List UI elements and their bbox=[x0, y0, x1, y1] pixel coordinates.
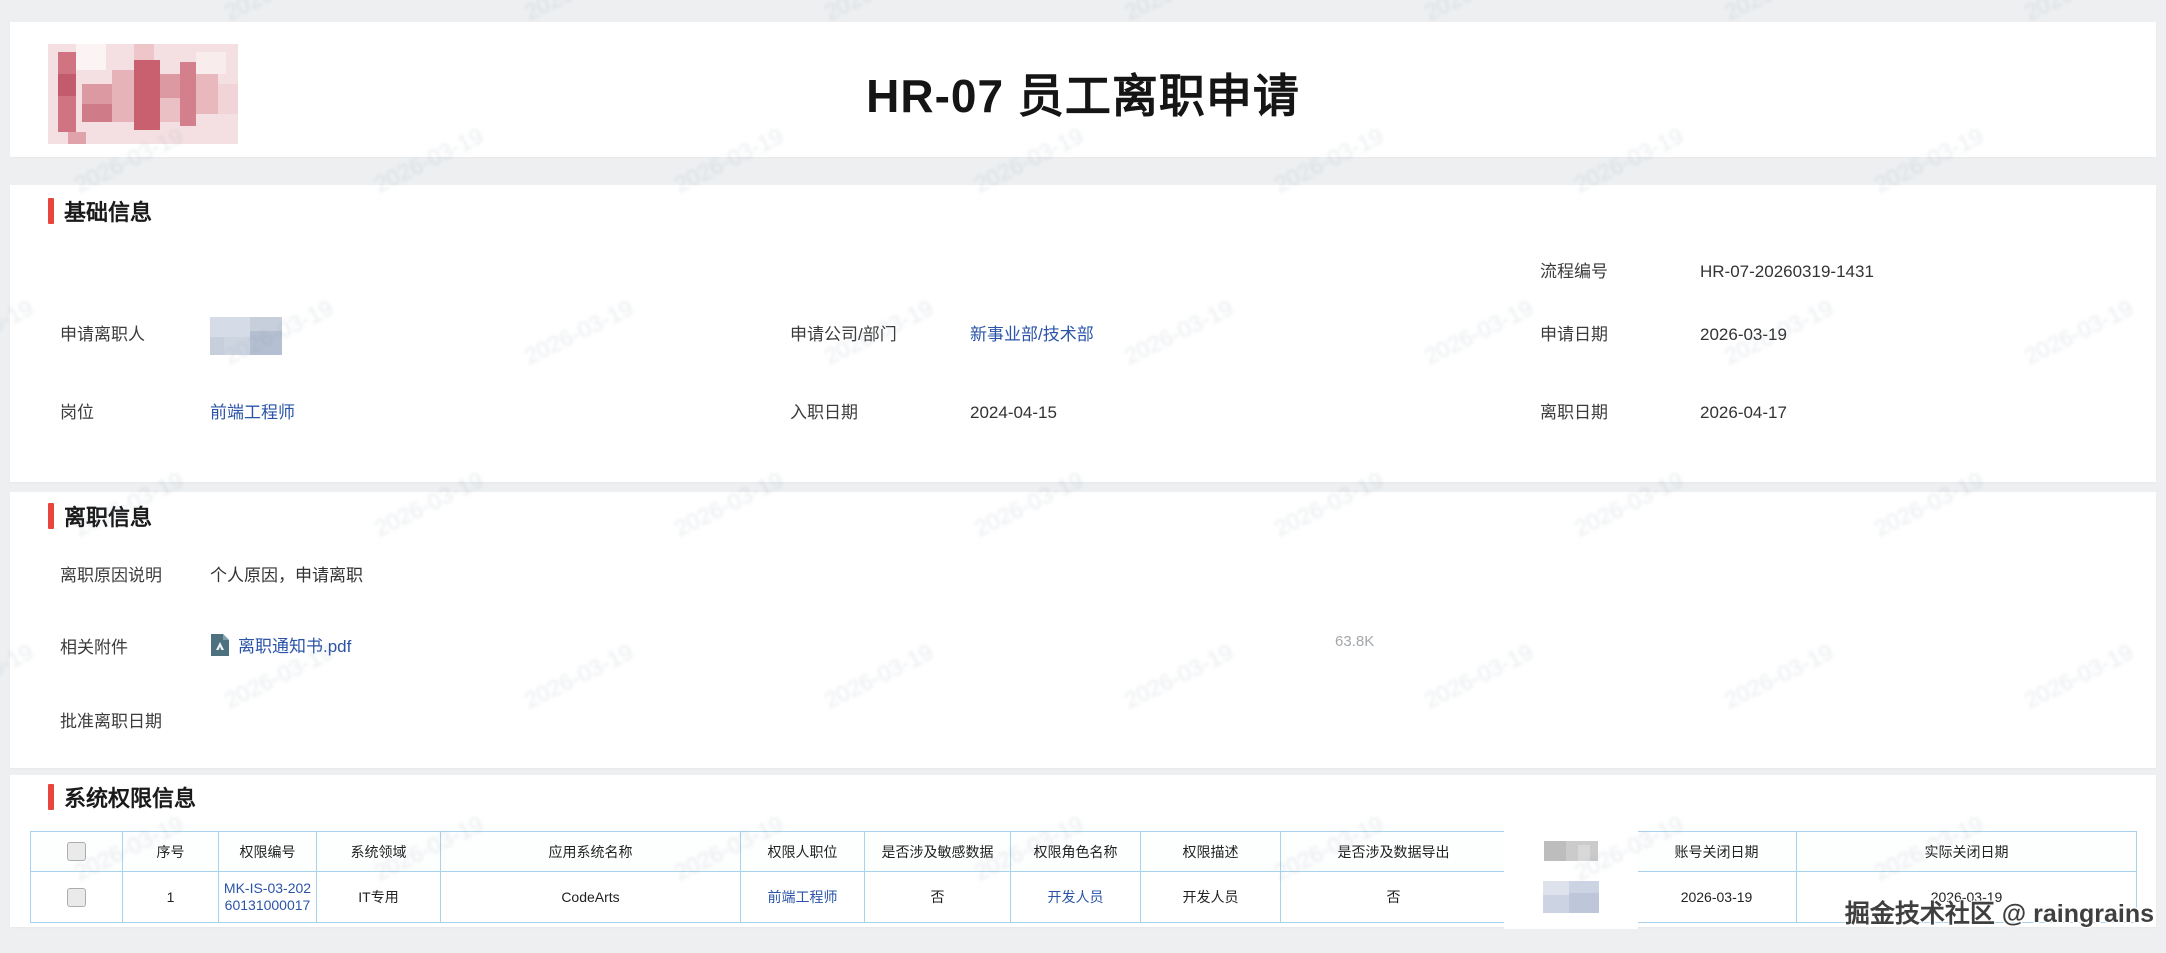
permission-title: 系统权限信息 bbox=[64, 781, 196, 813]
row-checkbox[interactable] bbox=[67, 888, 86, 907]
cell-position-link[interactable]: 前端工程师 bbox=[741, 872, 865, 923]
attachment-size: 63.8K bbox=[1335, 633, 1374, 650]
attachment-link[interactable]: 离职通知书.pdf bbox=[210, 632, 351, 657]
entry-date-value: 2024-04-15 bbox=[970, 401, 1057, 425]
cell-export: 否 bbox=[1281, 872, 1507, 923]
table-row: 1 MK-IS-03-20260131000017 IT专用 CodeArts … bbox=[31, 872, 2137, 923]
applicant-label: 申请离职人 bbox=[60, 323, 145, 347]
apply-date-value: 2026-03-19 bbox=[1700, 323, 1787, 347]
cell-desc: 开发人员 bbox=[1141, 872, 1281, 923]
cell-sensitive: 否 bbox=[865, 872, 1011, 923]
basic-info-section: 基础信息 流程编号 HR-07-20260319-1431 申请离职人 申请公司… bbox=[10, 185, 2156, 482]
header-domain: 系统领域 bbox=[317, 832, 441, 872]
cell-app: CodeArts bbox=[441, 872, 741, 923]
apply-date-label: 申请日期 bbox=[1540, 323, 1608, 347]
redacted-column-overlay bbox=[1504, 825, 1638, 929]
cell-close-date: 2026-03-19 bbox=[1637, 872, 1797, 923]
attachment-label: 相关附件 bbox=[60, 636, 128, 660]
header-sensitive: 是否涉及敏感数据 bbox=[865, 832, 1011, 872]
cell-seq: 1 bbox=[123, 872, 219, 923]
header-close-date: 账号关闭日期 bbox=[1637, 832, 1797, 872]
page-title: HR-07 员工离职申请 bbox=[10, 60, 2156, 126]
reason-value: 个人原因，申请离职 bbox=[210, 564, 363, 588]
resign-info-section: 离职信息 离职原因说明 个人原因，申请离职 相关附件 离职通知书.pdf 63.… bbox=[10, 492, 2156, 768]
entry-date-label: 入职日期 bbox=[790, 401, 858, 425]
section-marker bbox=[48, 784, 54, 810]
header-code: 权限编号 bbox=[219, 832, 317, 872]
section-marker bbox=[48, 198, 54, 224]
reason-label: 离职原因说明 bbox=[60, 564, 162, 588]
redacted-header-blob bbox=[1544, 841, 1598, 861]
process-no-label: 流程编号 bbox=[1540, 260, 1608, 284]
header-seq: 序号 bbox=[123, 832, 219, 872]
cell-role-link[interactable]: 开发人员 bbox=[1011, 872, 1141, 923]
permission-table: 序号 权限编号 系统领域 应用系统名称 权限人职位 是否涉及敏感数据 权限角色名… bbox=[30, 831, 2137, 923]
table-header-row: 序号 权限编号 系统领域 应用系统名称 权限人职位 是否涉及敏感数据 权限角色名… bbox=[31, 832, 2137, 872]
position-label: 岗位 bbox=[60, 401, 94, 425]
page-header: HR-07 员工离职申请 bbox=[10, 22, 2156, 157]
resign-info-title: 离职信息 bbox=[64, 500, 152, 532]
section-marker bbox=[48, 503, 54, 529]
community-watermark: 掘金技术社区 @ raingrains bbox=[1845, 894, 2154, 930]
header-desc: 权限描述 bbox=[1141, 832, 1281, 872]
process-no-value: HR-07-20260319-1431 bbox=[1700, 260, 1874, 284]
approved-date-label: 批准离职日期 bbox=[60, 710, 162, 734]
applicant-name-redacted bbox=[210, 317, 282, 360]
header-role: 权限角色名称 bbox=[1011, 832, 1141, 872]
dept-label: 申请公司/部门 bbox=[790, 323, 897, 347]
basic-info-title: 基础信息 bbox=[64, 195, 152, 227]
header-app: 应用系统名称 bbox=[441, 832, 741, 872]
dept-link[interactable]: 新事业部/技术部 bbox=[970, 323, 1094, 347]
position-link[interactable]: 前端工程师 bbox=[210, 401, 295, 425]
permission-section: 系统权限信息 序号 权限编号 系统领域 应用系统名称 权限人职位 是否涉及敏感数… bbox=[10, 775, 2156, 927]
header-position: 权限人职位 bbox=[741, 832, 865, 872]
redacted-cell-blob bbox=[1543, 881, 1599, 913]
header-export: 是否涉及数据导出 bbox=[1281, 832, 1507, 872]
cell-code-link[interactable]: MK-IS-03-20260131000017 bbox=[219, 872, 317, 923]
header-actual-close-date: 实际关闭日期 bbox=[1797, 832, 2137, 872]
cell-domain: IT专用 bbox=[317, 872, 441, 923]
pdf-file-icon bbox=[210, 633, 230, 657]
leave-date-value: 2026-04-17 bbox=[1700, 401, 1787, 425]
select-all-checkbox[interactable] bbox=[67, 842, 86, 861]
attachment-name: 离职通知书.pdf bbox=[238, 632, 351, 657]
leave-date-label: 离职日期 bbox=[1540, 401, 1608, 425]
